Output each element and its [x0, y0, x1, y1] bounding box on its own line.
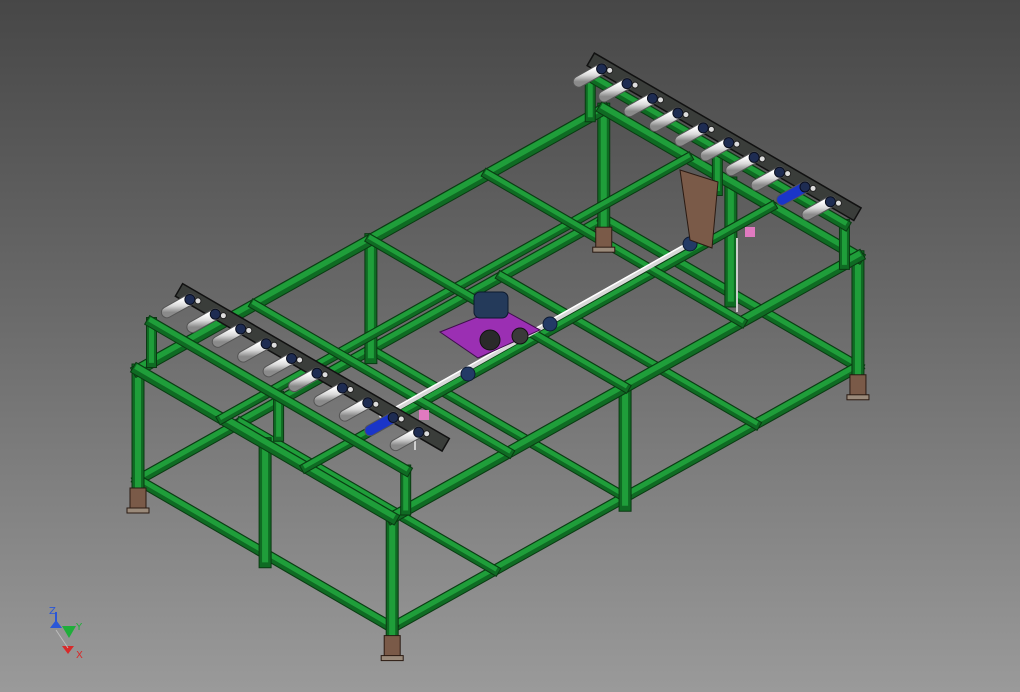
foot-2	[595, 226, 613, 250]
conv-left-bolt-8	[397, 415, 405, 423]
foot-pad-0	[126, 507, 150, 514]
conv-right-bearing-0	[596, 63, 608, 75]
drive-pulley-2	[511, 327, 529, 345]
drive-pulley	[479, 329, 501, 351]
conv-left-bearing-5	[311, 367, 323, 379]
motor	[473, 291, 509, 319]
conv-right-bolt-5	[733, 140, 741, 148]
coupling-right	[542, 316, 558, 332]
conv-left-bearing-1	[209, 308, 221, 320]
rear-stop-bracket	[679, 169, 719, 249]
conv-left-bearing-0	[184, 293, 196, 305]
conv-right-bearing-5	[723, 137, 735, 149]
conv-right-bolt-2	[657, 96, 665, 104]
conv-left-bolt-3	[270, 341, 278, 349]
foot-1	[383, 635, 401, 659]
sensor-rear	[745, 227, 755, 237]
conv-left-bolt-2	[245, 326, 253, 334]
conv-right-bearing-7	[774, 166, 786, 178]
conv-right-bearing-1	[621, 78, 633, 90]
conv-left-bearing-2	[235, 323, 247, 335]
conv-right-bearing-9	[824, 196, 836, 208]
sensor-front	[419, 410, 429, 420]
3d-viewport[interactable]: Z Y X	[0, 0, 1020, 692]
foot-0	[129, 487, 147, 511]
conv-left-bolt-4	[296, 356, 304, 364]
conv-left-bolt-0	[194, 297, 202, 305]
conv-right-bolt-9	[834, 199, 842, 207]
conv-right-bolt-4	[707, 125, 715, 133]
conv-right-bearing-3	[672, 107, 684, 119]
conv-left-bolt-6	[346, 385, 354, 393]
conv-left-bolt-7	[372, 400, 380, 408]
conv-left-bearing-7	[362, 397, 374, 409]
conv-right-bolt-7	[784, 170, 792, 178]
conv-left-bolt-1	[219, 312, 227, 320]
foot-pad-3	[846, 394, 870, 401]
z-axis-label: Z	[49, 606, 56, 617]
z-axis-arrow-icon	[50, 620, 62, 628]
drive-shaft	[378, 235, 702, 421]
drive-shaft-highlight	[379, 235, 701, 417]
conv-left-bearing-6	[336, 382, 348, 394]
conv-right-bolt-0	[606, 66, 614, 74]
conv-right-bearing-4	[697, 122, 709, 134]
x-axis-label: X	[76, 650, 83, 661]
y-axis-arrow-icon	[62, 626, 76, 638]
coupling-left	[460, 366, 476, 382]
conv-right-bearing-8	[799, 181, 811, 193]
conv-right-bearing-2	[646, 92, 658, 104]
y-axis-label: Y	[75, 622, 83, 633]
foot-pad-1	[380, 655, 404, 662]
conv-left-bolt-5	[321, 371, 329, 379]
conv-left-bearing-3	[260, 338, 272, 350]
conv-right-bolt-8	[809, 184, 817, 192]
foot-pad-2	[592, 246, 616, 253]
conv-left-bearing-4	[286, 352, 298, 364]
frame-bottom-rails	[130, 211, 866, 636]
cad-model-scene[interactable]: Z Y X	[0, 0, 1020, 692]
conv-right-bearing-6	[748, 151, 760, 163]
conv-left-bearing-9	[413, 426, 425, 438]
conv-right-bolt-6	[758, 155, 766, 163]
axis-triad[interactable]: Z Y X	[49, 606, 83, 661]
foot-3	[849, 374, 867, 398]
conv-right-bolt-3	[682, 111, 690, 119]
conv-left-bolt-9	[423, 430, 431, 438]
conv-left-bearing-8	[387, 412, 399, 424]
conv-right-bolt-1	[631, 81, 639, 89]
